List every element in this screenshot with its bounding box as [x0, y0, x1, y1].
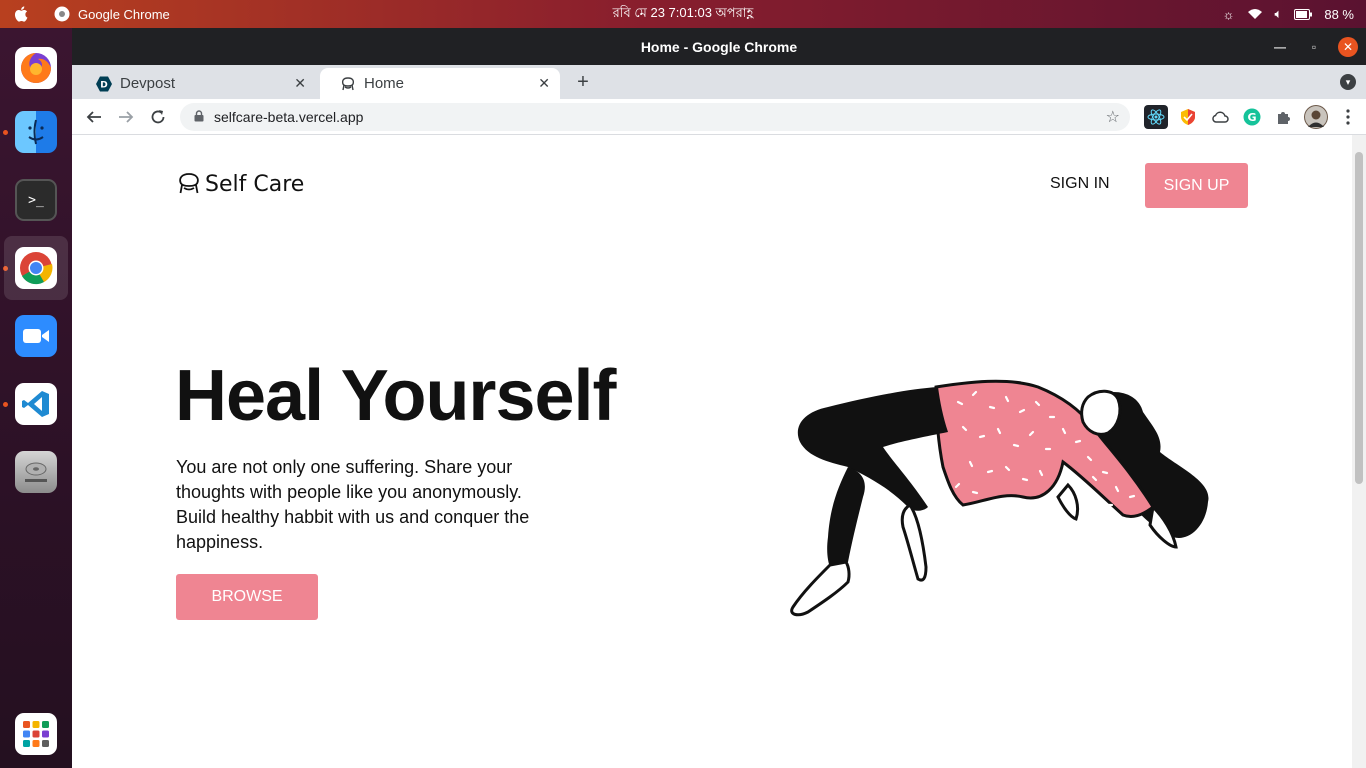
app-grid-icon — [15, 713, 57, 755]
show-applications-button[interactable] — [4, 702, 68, 766]
system-top-bar: Google Chrome রবি মে 23 7:01:03 অপরাহ্ণ … — [0, 0, 1366, 28]
logo-text: Self Care — [205, 171, 305, 197]
wifi-icon — [1247, 9, 1262, 19]
page-scrollbar[interactable] — [1352, 135, 1366, 768]
grammarly-icon[interactable]: G — [1240, 105, 1264, 129]
reload-button[interactable] — [144, 103, 172, 131]
chrome-small-icon — [54, 6, 70, 22]
sign-in-link[interactable]: SIGN IN — [1050, 175, 1110, 193]
selfcare-logo-icon — [179, 173, 199, 194]
dock: >_ — [0, 28, 72, 768]
extensions-puzzle-icon[interactable] — [1272, 105, 1296, 129]
tab-home[interactable]: Home ✕ — [320, 68, 560, 99]
dock-terminal[interactable]: >_ — [4, 168, 68, 232]
back-arrow-icon — [86, 110, 101, 123]
site-logo[interactable]: Self Care — [176, 171, 304, 197]
devpost-icon: D — [96, 76, 112, 92]
bookmark-star-icon[interactable]: ☆ — [1106, 107, 1120, 127]
volume-icon: 🔈︎ — [1274, 6, 1283, 21]
forward-button[interactable] — [112, 103, 140, 131]
lock-icon[interactable] — [194, 109, 204, 125]
hero-description: You are not only one suffering. Share yo… — [176, 457, 530, 552]
shield-extension-icon[interactable] — [1176, 105, 1200, 129]
scrollbar-thumb[interactable] — [1355, 152, 1363, 484]
chrome-menu-button[interactable] — [1336, 105, 1360, 129]
disk-drive-icon — [15, 451, 57, 493]
web-page: Self Care SIGN IN SIGN UP Heal Yourself … — [72, 135, 1352, 768]
clock[interactable]: রবি মে 23 7:01:03 অপরাহ্ণ — [0, 4, 1366, 25]
extensions-area: G — [1144, 105, 1360, 129]
browse-button[interactable]: BROWSE — [176, 574, 318, 620]
window-titlebar[interactable]: Home - Google Chrome — ▫ ✕ — [72, 28, 1366, 65]
zoom-icon — [15, 315, 57, 357]
tab-search-button[interactable]: ▾ — [1340, 74, 1356, 90]
vscode-icon — [15, 383, 57, 425]
tab-strip: D Devpost ✕ Home ✕ + ▾ — [72, 65, 1366, 99]
react-devtools-icon[interactable] — [1144, 105, 1168, 129]
tab-title: Home — [364, 75, 405, 92]
dock-disk[interactable] — [4, 440, 68, 504]
apple-icon — [14, 6, 28, 22]
dock-vscode[interactable] — [4, 372, 68, 436]
night-light-icon: ☼ — [1222, 6, 1235, 22]
browser-toolbar: selfcare-beta.vercel.app ☆ G — [72, 99, 1366, 135]
browser-window: Home - Google Chrome — ▫ ✕ D Devpost ✕ H… — [72, 28, 1366, 768]
activities-button[interactable] — [0, 5, 44, 23]
active-app-menu[interactable]: Google Chrome — [54, 6, 170, 22]
sign-up-button[interactable]: SIGN UP — [1145, 163, 1248, 208]
floating-woman-illustration — [790, 379, 1209, 617]
close-window-button[interactable]: ✕ — [1338, 36, 1358, 57]
system-tray[interactable]: ☼ 🔈︎ 88 % — [1223, 0, 1354, 28]
battery-icon — [1294, 8, 1313, 20]
dock-finder[interactable] — [4, 100, 68, 164]
address-bar[interactable]: selfcare-beta.vercel.app ☆ — [180, 103, 1130, 131]
back-button[interactable] — [80, 103, 108, 131]
close-tab-icon[interactable]: ✕ — [294, 75, 306, 92]
reload-icon — [151, 109, 165, 123]
forward-arrow-icon — [119, 110, 134, 123]
chrome-icon — [15, 247, 57, 289]
url-text: selfcare-beta.vercel.app — [214, 109, 364, 125]
svg-text:G: G — [1247, 111, 1256, 124]
tab-title: Devpost — [120, 75, 176, 92]
battery-percent: 88 % — [1324, 6, 1354, 22]
window-title: Home - Google Chrome — [640, 38, 798, 55]
dock-zoom[interactable] — [4, 304, 68, 368]
firefox-icon — [15, 47, 57, 89]
dock-chrome[interactable] — [4, 236, 68, 300]
tab-devpost[interactable]: D Devpost ✕ — [76, 68, 316, 99]
selfcare-icon — [340, 76, 356, 92]
active-app-name: Google Chrome — [78, 6, 170, 22]
dock-firefox[interactable] — [4, 36, 68, 100]
profile-avatar[interactable] — [1304, 105, 1328, 129]
finder-icon — [15, 111, 57, 153]
maximize-button[interactable]: ▫ — [1304, 37, 1324, 57]
new-tab-button[interactable]: + — [571, 71, 595, 94]
svg-text:D: D — [100, 80, 107, 90]
minimize-button[interactable]: — — [1270, 37, 1290, 57]
hero-title: Heal Yourself — [175, 356, 617, 436]
terminal-icon: >_ — [15, 179, 57, 221]
cloud-icon[interactable] — [1208, 105, 1232, 129]
close-tab-icon[interactable]: ✕ — [538, 75, 550, 92]
